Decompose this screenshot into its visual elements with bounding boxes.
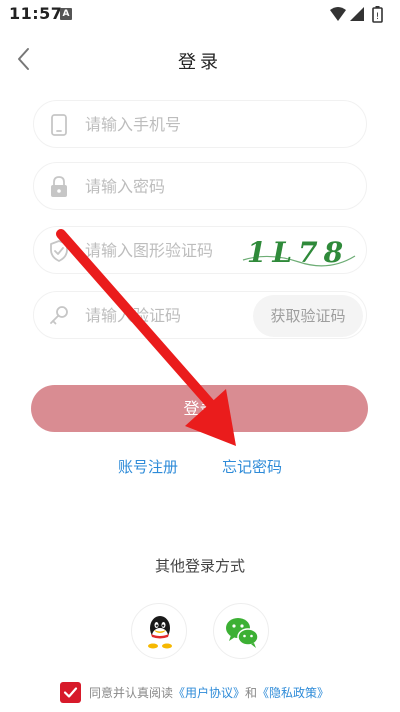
check-icon (63, 687, 78, 698)
phone-icon (48, 113, 70, 137)
status-time: 11:57 (9, 4, 63, 23)
other-login-title: 其他登录方式 (154, 557, 245, 575)
qq-login-button[interactable] (131, 603, 187, 659)
captcha-field: 1L78 (33, 226, 367, 274)
shield-icon (48, 239, 70, 263)
user-agreement-link[interactable]: 《用户协议》 (173, 686, 245, 700)
page-title: 登录 (178, 52, 222, 73)
password-field (33, 162, 367, 210)
qq-icon (148, 616, 172, 649)
captcha-image[interactable]: 1L78 (239, 232, 357, 270)
phone-field (33, 100, 367, 148)
nav-bar: 登录 (0, 40, 400, 80)
sms-code-field: 获取验证码 (33, 291, 367, 339)
notification-icon: A (60, 8, 72, 20)
key-icon (48, 304, 70, 328)
agreement-text: 同意并认真阅读《用户协议》和《隐私政策》 (89, 684, 329, 701)
agreement-row: 同意并认真阅读《用户协议》和《隐私政策》 (60, 682, 380, 706)
svg-text:!: ! (376, 12, 380, 22)
password-input[interactable] (85, 163, 265, 209)
register-link[interactable]: 账号注册 (118, 456, 178, 477)
get-code-button[interactable]: 获取验证码 (253, 295, 363, 337)
privacy-policy-link[interactable]: 《隐私政策》 (257, 686, 329, 700)
agreement-and: 和 (245, 686, 258, 700)
status-icons: ! (328, 6, 388, 24)
phone-input[interactable] (85, 101, 265, 147)
captcha-text: 1L78 (247, 236, 349, 269)
sms-code-input[interactable] (85, 292, 265, 338)
wifi-icon (330, 7, 346, 21)
agreement-checkbox[interactable] (60, 682, 81, 703)
wechat-icon (226, 618, 259, 648)
captcha-input[interactable] (85, 227, 265, 273)
lock-icon (48, 175, 70, 199)
status-bar: 11:57 A ! (0, 0, 400, 30)
battery-icon: ! (372, 6, 383, 23)
signal-icon (350, 7, 364, 21)
wechat-login-button[interactable] (213, 603, 269, 659)
login-button[interactable]: 登录 (31, 385, 368, 432)
forgot-password-link[interactable]: 忘记密码 (222, 456, 282, 477)
agreement-prefix: 同意并认真阅读 (89, 686, 174, 700)
